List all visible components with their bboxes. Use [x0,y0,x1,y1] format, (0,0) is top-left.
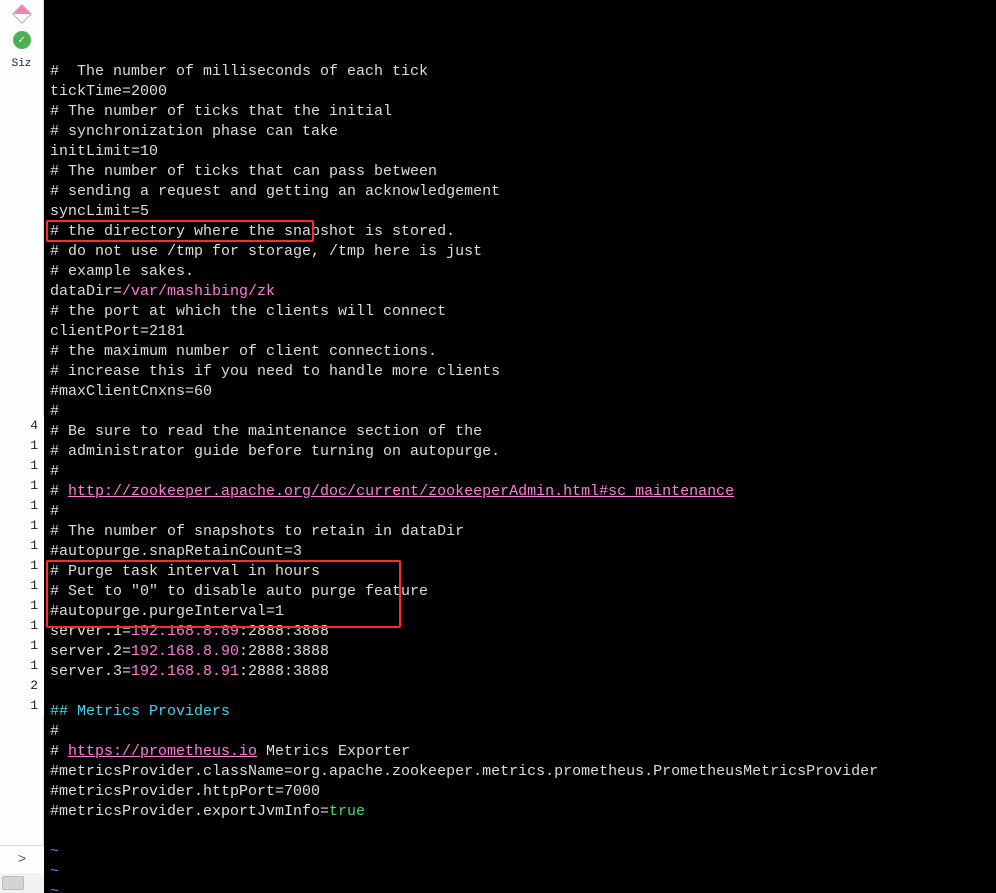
code-line: ## Metrics Providers [50,702,990,722]
code-line: server.3=192.168.8.91:2888:3888 [50,662,990,682]
code-line: #metricsProvider.httpPort=7000 [50,782,990,802]
code-line: # [50,402,990,422]
code-line: # [50,502,990,522]
code-line: # the maximum number of client connectio… [50,342,990,362]
scrollbar-thumb[interactable] [2,876,24,890]
code-line: tickTime=2000 [50,82,990,102]
fold-count: 1 [0,696,38,716]
code-line [50,822,990,842]
fold-count: 1 [0,556,38,576]
code-line [50,682,990,702]
code-line: # increase this if you need to handle mo… [50,362,990,382]
fold-count: 1 [0,516,38,536]
code-line: syncLimit=5 [50,202,990,222]
code-line: #metricsProvider.className=org.apache.zo… [50,762,990,782]
code-line: # administrator guide before turning on … [50,442,990,462]
code-line: # Purge task interval in hours [50,562,990,582]
code-line: # Set to "0" to disable auto purge featu… [50,582,990,602]
fold-gutter: 411111111111121 [0,416,44,716]
code-line: #metricsProvider.exportJvmInfo=true [50,802,990,822]
code-line: # sending a request and getting an ackno… [50,182,990,202]
code-line: # the directory where the snapshot is st… [50,222,990,242]
fold-count: 1 [0,536,38,556]
code-line: # example sakes. [50,262,990,282]
code-line: # synchronization phase can take [50,122,990,142]
code-line: # The number of ticks that can pass betw… [50,162,990,182]
left-sidebar: ✓ Siz 411111111111121 > [0,0,44,893]
fold-count: 1 [0,436,38,456]
fold-count: 4 [0,416,38,436]
code-line: ~ [50,862,990,882]
fold-count: 1 [0,636,38,656]
fold-count: 1 [0,616,38,636]
code-line: dataDir=/var/mashibing/zk [50,282,990,302]
code-line: initLimit=10 [50,142,990,162]
fold-count: 1 [0,576,38,596]
code-line: #autopurge.purgeInterval=1 [50,602,990,622]
code-line: # the port at which the clients will con… [50,302,990,322]
fold-count: 1 [0,476,38,496]
code-line: #maxClientCnxns=60 [50,382,990,402]
code-line: # The number of snapshots to retain in d… [50,522,990,542]
code-line: # [50,722,990,742]
fold-count: 1 [0,456,38,476]
code-line: # [50,462,990,482]
check-icon: ✓ [10,28,34,52]
code-line: clientPort=2181 [50,322,990,342]
code-line: server.1=192.168.8.89:2888:3888 [50,622,990,642]
code-line: # The number of milliseconds of each tic… [50,62,990,82]
code-line: #autopurge.snapRetainCount=3 [50,542,990,562]
code-line: # http://zookeeper.apache.org/doc/curren… [50,482,990,502]
sidebar-label: Siz [12,58,32,70]
expand-chevron-icon[interactable]: > [0,845,44,873]
code-line: ~ [50,882,990,893]
code-line: server.2=192.168.8.90:2888:3888 [50,642,990,662]
fold-count: 2 [0,676,38,696]
code-line: # https://prometheus.io Metrics Exporter [50,742,990,762]
fold-count: 1 [0,596,38,616]
edit-icon[interactable] [10,2,34,26]
code-line: ~ [50,842,990,862]
fold-count: 1 [0,496,38,516]
code-line: # The number of ticks that the initial [50,102,990,122]
code-line: # do not use /tmp for storage, /tmp here… [50,242,990,262]
horizontal-scrollbar[interactable] [0,873,44,893]
fold-count: 1 [0,656,38,676]
code-line: # Be sure to read the maintenance sectio… [50,422,990,442]
terminal-editor[interactable]: # The number of milliseconds of each tic… [44,0,996,893]
